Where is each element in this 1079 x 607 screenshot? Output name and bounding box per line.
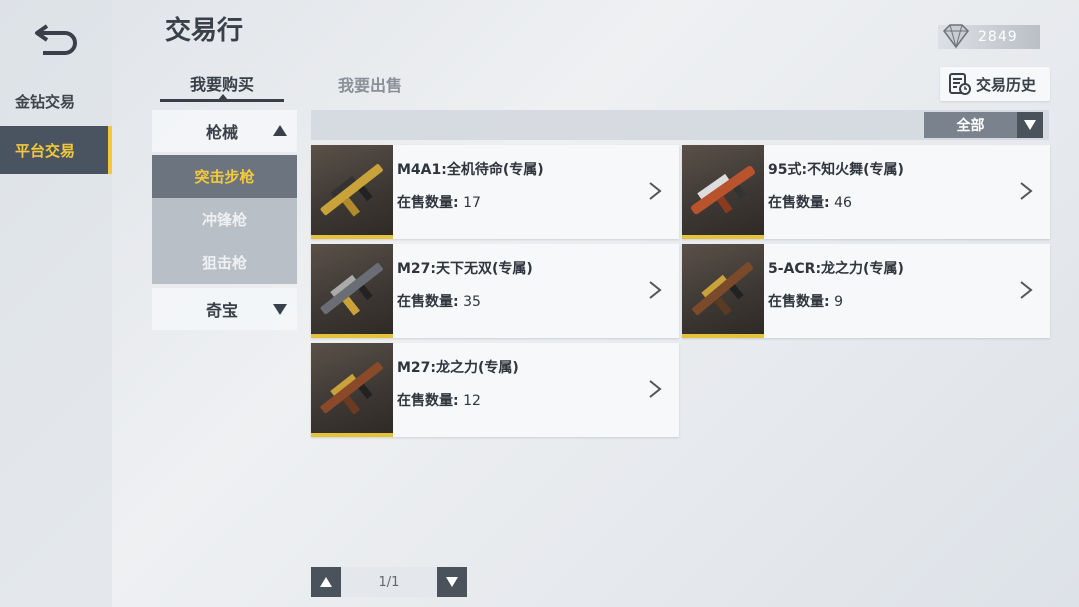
collapse-up-icon: [273, 125, 287, 136]
trade-history-button[interactable]: 交易历史: [940, 67, 1050, 101]
item-card[interactable]: M4A1:全机待命(专属) 在售数量: 17: [311, 145, 679, 239]
arrow-up-icon: [320, 577, 332, 587]
category-guns[interactable]: 枪械: [152, 110, 297, 152]
item-card[interactable]: 95式:不知火舞(专属) 在售数量: 46: [682, 145, 1050, 239]
category-label: 枪械: [206, 123, 239, 142]
currency-value: 2849: [978, 29, 1018, 45]
tab-label: 我要购买: [189, 74, 254, 94]
chevron-right-icon: [649, 182, 662, 200]
sidebar-item-diamond-trade[interactable]: 金钻交易: [0, 77, 112, 125]
subcategory-sniper[interactable]: 狙击枪: [152, 241, 297, 284]
item-card[interactable]: 5-ACR:龙之力(专属) 在售数量: 9: [682, 244, 1050, 338]
tab-buy[interactable]: 我要购买: [160, 66, 284, 102]
item-quantity: 在售数量: 17: [397, 195, 481, 211]
subcategory-assault-rifle[interactable]: 突击步枪: [152, 155, 297, 198]
diamond-icon: [943, 24, 969, 49]
subcategory-label: 突击步枪: [194, 168, 255, 186]
weapon-thumbnail: [311, 343, 393, 437]
filter-selected-label: 全部: [956, 118, 985, 134]
item-name: M27:天下无双(专属): [397, 261, 533, 277]
category-treasure[interactable]: 奇宝: [152, 288, 297, 330]
filter-dropdown[interactable]: 全部: [924, 112, 1043, 138]
arrow-down-icon: [446, 577, 458, 587]
tab-sell[interactable]: 我要出售: [310, 66, 430, 102]
subcategory-smg[interactable]: 冲锋枪: [152, 198, 297, 241]
currency-display: 2849: [938, 24, 1040, 49]
history-list-icon: [949, 73, 971, 95]
page-up-button[interactable]: [311, 567, 341, 597]
subcategory-label: 冲锋枪: [201, 211, 247, 229]
chevron-right-icon: [649, 281, 662, 299]
back-arrow-icon: [35, 24, 77, 55]
item-quantity: 在售数量: 9: [768, 294, 843, 310]
back-button[interactable]: [28, 18, 88, 58]
item-quantity: 在售数量: 46: [768, 195, 852, 211]
page-indicator: 1/1: [341, 567, 437, 597]
sidebar-item-label: 金钻交易: [15, 92, 76, 111]
chevron-right-icon: [649, 380, 662, 398]
chevron-right-icon: [1020, 281, 1033, 299]
chevron-right-icon: [1020, 182, 1033, 200]
sidebar-item-label: 平台交易: [15, 141, 76, 160]
item-quantity: 在售数量: 35: [397, 294, 481, 310]
item-name: M27:龙之力(专属): [397, 360, 519, 376]
item-card[interactable]: M27:龙之力(专属) 在售数量: 12: [311, 343, 679, 437]
item-name: M4A1:全机待命(专属): [397, 162, 544, 178]
weapon-thumbnail: [682, 244, 764, 338]
history-label: 交易历史: [976, 75, 1037, 94]
item-name: 95式:不知火舞(专属): [768, 162, 904, 178]
item-quantity: 在售数量: 12: [397, 393, 481, 409]
item-card[interactable]: M27:天下无双(专属) 在售数量: 35: [311, 244, 679, 338]
subcategory-label: 狙击枪: [201, 254, 247, 272]
expand-down-icon: [273, 304, 287, 315]
dropdown-arrow-icon: [1017, 112, 1043, 138]
page-title: 交易行: [165, 16, 244, 46]
tab-label: 我要出售: [337, 76, 402, 95]
page-down-button[interactable]: [437, 567, 467, 597]
category-label: 奇宝: [206, 301, 239, 320]
item-name: 5-ACR:龙之力(专属): [768, 261, 904, 277]
sidebar-item-platform-trade[interactable]: 平台交易: [0, 126, 112, 174]
weapon-thumbnail: [311, 145, 393, 239]
weapon-thumbnail: [682, 145, 764, 239]
weapon-thumbnail: [311, 244, 393, 338]
